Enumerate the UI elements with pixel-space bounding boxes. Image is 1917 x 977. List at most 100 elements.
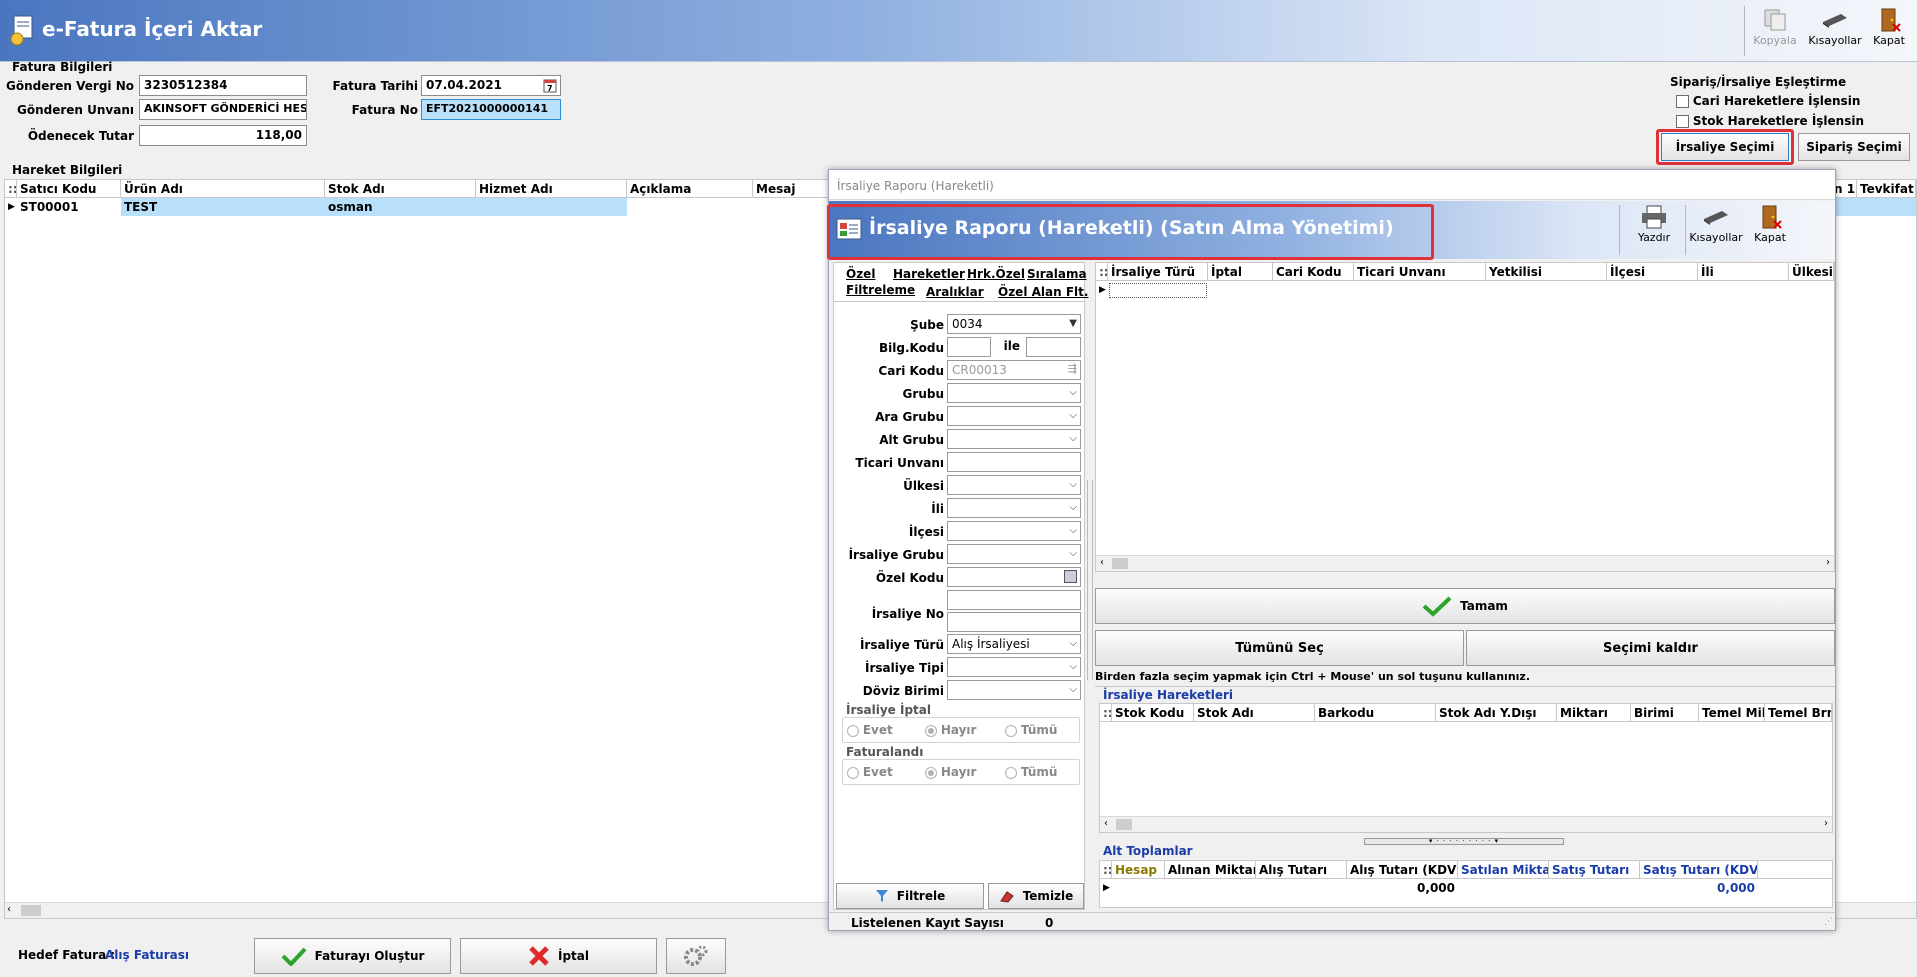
radio-tumu[interactable] [1005, 724, 1017, 737]
col-birimi[interactable]: Birimi [1631, 704, 1699, 722]
grid-drag-handle[interactable]: :: [1100, 861, 1112, 879]
sender-title-input[interactable]: AKINSOFT GÖNDERİCİ HESAP [139, 99, 307, 120]
ozel-kodu-input[interactable] [947, 567, 1081, 587]
cancel-button[interactable]: İptal [460, 938, 657, 974]
table-row[interactable]: ▶ [1096, 281, 1834, 299]
col-alis-tutari[interactable]: Alış Tutarı [1256, 861, 1347, 879]
radio-tumu[interactable] [1005, 766, 1017, 779]
cari-checkbox[interactable] [1676, 95, 1689, 108]
fatura-hayir[interactable]: Hayır [925, 765, 976, 779]
irs-turu-combo[interactable]: Alış İrsaliyesi ⌵ [947, 634, 1081, 654]
col-stok-adi[interactable]: Stok Adı [1194, 704, 1315, 722]
table-row[interactable]: ▶ 0,000 0,000 [1100, 879, 1832, 897]
irs-no-to[interactable] [947, 612, 1081, 632]
chevron-down-icon[interactable]: ⌵ [1069, 684, 1077, 695]
ticari-unvani-input[interactable] [947, 452, 1081, 472]
irs-grubu-combo[interactable]: ⌵ [947, 544, 1081, 564]
col-cari-kodu[interactable]: Cari Kodu [1273, 263, 1354, 281]
ulkesi-combo[interactable]: ⌵ [947, 475, 1081, 495]
col-ilcesi[interactable]: İlçesi [1607, 263, 1698, 281]
irs-tipi-combo[interactable]: ⌵ [947, 657, 1081, 677]
bilg-kodu-from[interactable] [947, 337, 991, 357]
chevron-down-icon[interactable]: ⌵ [1069, 548, 1077, 559]
cari-kodu-input[interactable]: CR00013 ⇶ [947, 360, 1081, 380]
ara-grubu-combo[interactable]: ⌵ [947, 406, 1081, 426]
copy-button[interactable]: Kopyala [1748, 4, 1802, 60]
shortcuts-button[interactable]: Kısayollar [1808, 4, 1862, 60]
radio-evet[interactable] [847, 724, 859, 737]
chevron-down-icon[interactable]: ⌵ [1069, 661, 1077, 672]
detail-grid[interactable]: :: Stok Kodu Stok Adı Barkodu Stok Adı Y… [1099, 703, 1833, 833]
amount-input[interactable]: 118,00 [139, 125, 307, 146]
col-ili[interactable]: İli [1698, 263, 1789, 281]
scroll-left-icon[interactable]: ‹ [1100, 557, 1104, 568]
section-resize-handle[interactable]: ▾ · · · · · · · · · ▾ [1364, 838, 1564, 845]
col-iptal[interactable]: İptal [1208, 263, 1273, 281]
invoice-date-input[interactable]: 07.04.2021 7 [421, 75, 561, 96]
tab-siralama[interactable]: Sıralama [1027, 267, 1087, 281]
resize-grip-icon[interactable]: ⋰ [1824, 917, 1833, 927]
grid-drag-handle[interactable]: :: [5, 180, 17, 198]
filter-button[interactable]: Filtrele [836, 883, 984, 909]
scroll-left-icon[interactable]: ‹ [1104, 818, 1108, 829]
iptal-evet[interactable]: Evet [847, 723, 893, 737]
doviz-combo[interactable]: ⌵ [947, 680, 1081, 700]
iptal-hayir[interactable]: Hayır [925, 723, 976, 737]
col-temel-brm[interactable]: Temel Brm [1765, 704, 1832, 722]
alt-grubu-combo[interactable]: ⌵ [947, 429, 1081, 449]
siparis-select-button[interactable]: Sipariş Seçimi [1798, 133, 1910, 161]
radio-evet[interactable] [847, 766, 859, 779]
create-invoice-button[interactable]: Faturayı Oluştur [254, 938, 451, 974]
stok-checkbox[interactable] [1676, 115, 1689, 128]
scroll-thumb[interactable] [1112, 558, 1128, 569]
lookup-icon[interactable] [1064, 570, 1077, 583]
ilcesi-combo[interactable]: ⌵ [947, 521, 1081, 541]
col-yetkilisi[interactable]: Yetkilisi [1486, 263, 1607, 281]
irsaliye-select-button[interactable]: İrsaliye Seçimi [1661, 133, 1789, 161]
irs-no-from[interactable] [947, 590, 1081, 610]
ok-button[interactable]: Tamam [1095, 588, 1835, 624]
radio-hayir[interactable] [925, 766, 937, 779]
chevron-down-icon[interactable]: ⌵ [1069, 433, 1077, 444]
clear-button[interactable]: Temizle [988, 883, 1084, 909]
cari-checkbox-row[interactable]: Cari Hareketlere İşlensin [1676, 94, 1860, 108]
close-button[interactable]: Kapat [1862, 4, 1916, 60]
results-hscrollbar[interactable]: ‹ › [1096, 555, 1834, 571]
scroll-thumb[interactable] [1116, 819, 1132, 830]
col-ticari-unvani[interactable]: Ticari Unvanı [1354, 263, 1486, 281]
col-stok-adi[interactable]: Stok Adı [325, 180, 476, 198]
bilg-kodu-to[interactable] [1026, 337, 1081, 357]
combo-arrow-icon[interactable]: ▼ [1069, 318, 1077, 329]
col-satis-tutari-kdv[interactable]: Satış Tutarı (KDV li) [1640, 861, 1758, 879]
print-button[interactable]: Yazdır [1627, 201, 1681, 257]
col-urun-adi[interactable]: Ürün Adı [121, 180, 325, 198]
col-barkodu[interactable]: Barkodu [1315, 704, 1436, 722]
lookup-icon[interactable]: ⇶ [1068, 362, 1077, 375]
col-irsaliye-turu[interactable]: İrsaliye Türü [1108, 263, 1208, 281]
cell-hizmet-adi[interactable] [476, 198, 627, 216]
chevron-down-icon[interactable]: ⌵ [1069, 502, 1077, 513]
col-satis-tutari[interactable]: Satış Tutarı [1549, 861, 1640, 879]
cell-stok-adi[interactable]: osman [325, 198, 476, 216]
cell-satici-kodu[interactable]: ST00001 [17, 198, 121, 216]
results-grid[interactable]: :: İrsaliye Türü İptal Cari Kodu Ticari … [1095, 262, 1835, 572]
tab-araliklar[interactable]: Aralıklar [926, 285, 984, 299]
stok-checkbox-row[interactable]: Stok Hareketlere İşlensin [1676, 114, 1864, 128]
chevron-down-icon[interactable]: ⌵ [1069, 525, 1077, 536]
cell-urun-adi[interactable]: TEST [121, 198, 325, 216]
radio-hayir[interactable] [925, 724, 937, 737]
chevron-down-icon[interactable]: ⌵ [1069, 410, 1077, 421]
sube-combo[interactable]: 0034 ▼ [947, 314, 1081, 334]
detail-hscrollbar[interactable]: ‹ › [1100, 816, 1832, 832]
col-alinan-miktar[interactable]: Alınan Miktar [1165, 861, 1256, 879]
scroll-right-icon[interactable]: › [1824, 818, 1828, 829]
col-miktari[interactable]: Miktarı [1557, 704, 1631, 722]
select-all-button[interactable]: Tümünü Seç [1095, 630, 1464, 666]
col-mesaj[interactable]: Mesaj [753, 180, 833, 198]
panel-splitter[interactable] [1087, 480, 1093, 680]
iptal-tumu[interactable]: Tümü [1005, 723, 1057, 737]
chevron-down-icon[interactable]: ⌵ [1069, 387, 1077, 398]
dialog-close-button[interactable]: Kapat [1743, 201, 1797, 257]
settings-button[interactable] [666, 938, 726, 974]
totals-grid[interactable]: :: Hesap Alınan Miktar Alış Tutarı Alış … [1099, 860, 1833, 908]
